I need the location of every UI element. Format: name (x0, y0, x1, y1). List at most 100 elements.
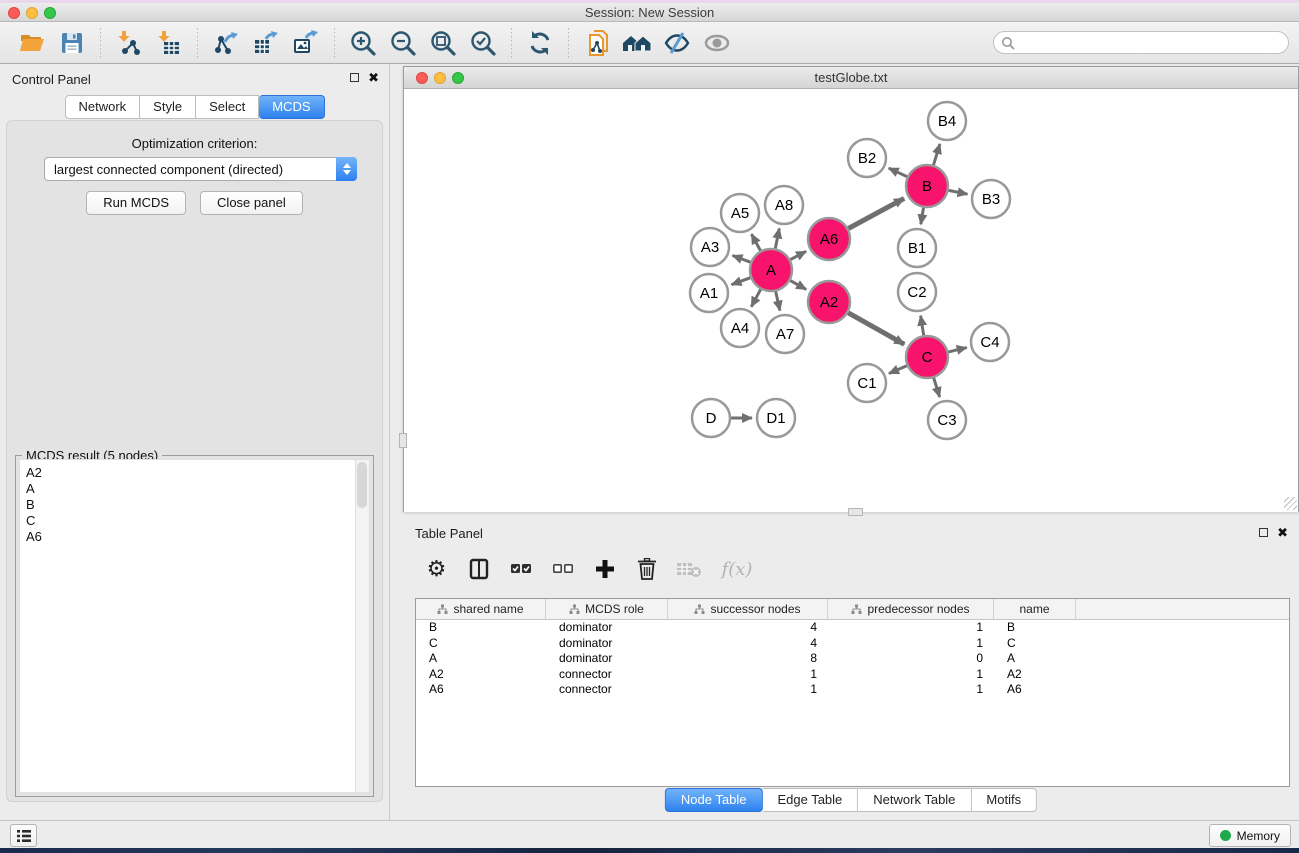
resize-grip-icon[interactable] (1284, 497, 1297, 510)
edge-C-C4[interactable] (948, 348, 966, 352)
run-mcds-button[interactable]: Run MCDS (86, 191, 186, 215)
graph-node-D1[interactable]: D1 (757, 399, 795, 437)
edge-C-C1[interactable] (889, 366, 907, 374)
cell-shared-name[interactable]: A2 (416, 667, 546, 683)
table-row[interactable]: A2connector11A2 (416, 667, 1289, 683)
save-session-icon[interactable] (57, 28, 87, 58)
edge-A6-B[interactable] (848, 198, 904, 228)
graph-node-A[interactable]: A (750, 249, 792, 291)
export-image-icon[interactable] (291, 28, 321, 58)
graph-node-A6[interactable]: A6 (808, 218, 850, 260)
graph-node-C3[interactable]: C3 (928, 401, 966, 439)
hide-selected-icon[interactable] (662, 28, 692, 58)
cell-successor-nodes[interactable]: 1 (668, 682, 828, 698)
network-canvas[interactable]: AA1A2A3A4A5A6A7A8BB1B2B3B4CC1C2C3C4DD1 (404, 89, 1298, 512)
edge-B-B3[interactable] (949, 190, 968, 194)
graph-node-B[interactable]: B (906, 165, 948, 207)
open-session-icon[interactable] (17, 28, 47, 58)
edge-A-A4[interactable] (751, 289, 760, 306)
column-header-name[interactable]: name (994, 599, 1076, 619)
table-row[interactable]: A6connector11A6 (416, 682, 1289, 698)
graph-node-B4[interactable]: B4 (928, 102, 966, 140)
clone-network-icon[interactable] (582, 28, 612, 58)
edge-A-A2[interactable] (790, 281, 806, 290)
cell-shared-name[interactable]: C (416, 636, 546, 652)
cell-successor-nodes[interactable]: 4 (668, 620, 828, 636)
edge-A2-C[interactable] (848, 313, 904, 345)
search-box[interactable] (993, 31, 1289, 54)
cell-name[interactable]: A6 (994, 682, 1076, 698)
float-table-panel-icon[interactable] (1259, 528, 1268, 537)
close-table-panel-icon[interactable]: ✖ (1277, 528, 1288, 537)
result-item[interactable]: C (20, 513, 369, 529)
graph-node-A1[interactable]: A1 (690, 274, 728, 312)
graph-node-A2[interactable]: A2 (808, 281, 850, 323)
tab-network-table[interactable]: Network Table (858, 788, 971, 812)
cell-predecessor-nodes[interactable]: 0 (828, 651, 994, 667)
cell-shared-name[interactable]: B (416, 620, 546, 636)
tab-style[interactable]: Style (140, 95, 196, 119)
horizontal-splitter-handle[interactable] (848, 508, 863, 516)
cell-successor-nodes[interactable]: 1 (668, 667, 828, 683)
tab-select[interactable]: Select (196, 95, 259, 119)
edge-A-A3[interactable] (733, 256, 751, 263)
edge-A-A8[interactable] (775, 229, 779, 249)
cell-name[interactable]: A (994, 651, 1076, 667)
criterion-dropdown[interactable]: largest connected component (directed) (44, 157, 357, 181)
edge-A-A6[interactable] (790, 251, 806, 259)
column-header-shared-name[interactable]: shared name (416, 599, 546, 619)
graph-node-B1[interactable]: B1 (898, 229, 936, 267)
graph-node-A3[interactable]: A3 (691, 228, 729, 266)
column-header-successor-nodes[interactable]: successor nodes (668, 599, 828, 619)
graph-node-A7[interactable]: A7 (766, 315, 804, 353)
result-scrollbar[interactable] (355, 460, 369, 792)
cell-name[interactable]: A2 (994, 667, 1076, 683)
close-panel-icon[interactable]: ✖ (368, 73, 379, 82)
add-row-icon[interactable] (591, 556, 618, 583)
column-header-predecessor-nodes[interactable]: predecessor nodes (828, 599, 994, 619)
deselect-all-icon[interactable] (549, 556, 576, 583)
float-panel-icon[interactable] (350, 73, 359, 82)
task-history-button[interactable] (10, 824, 37, 847)
vertical-splitter-handle[interactable] (399, 433, 407, 448)
cell-shared-name[interactable]: A (416, 651, 546, 667)
session-titlebar[interactable]: Session: New Session (0, 3, 1299, 22)
cell-successor-nodes[interactable]: 8 (668, 651, 828, 667)
edge-B-B2[interactable] (889, 168, 907, 177)
tab-network[interactable]: Network (64, 95, 140, 119)
export-table-icon[interactable] (251, 28, 281, 58)
zoom-out-icon[interactable] (388, 28, 418, 58)
tab-motifs[interactable]: Motifs (971, 788, 1037, 812)
zoom-fit-icon[interactable] (428, 28, 458, 58)
column-visibility-icon[interactable] (465, 556, 492, 583)
graph-node-A5[interactable]: A5 (721, 194, 759, 232)
zoom-selected-icon[interactable] (468, 28, 498, 58)
import-table-icon[interactable] (154, 28, 184, 58)
graph-node-C[interactable]: C (906, 336, 948, 378)
cell-predecessor-nodes[interactable]: 1 (828, 682, 994, 698)
show-selected-icon[interactable] (702, 28, 732, 58)
cell-predecessor-nodes[interactable]: 1 (828, 667, 994, 683)
table-settings-icon[interactable]: ⚙ (423, 556, 450, 583)
import-network-icon[interactable] (114, 28, 144, 58)
search-input[interactable] (1015, 36, 1265, 50)
close-panel-button[interactable]: Close panel (200, 191, 303, 215)
export-network-icon[interactable] (211, 28, 241, 58)
network-window-titlebar[interactable]: testGlobe.txt (404, 67, 1298, 89)
cell-predecessor-nodes[interactable]: 1 (828, 636, 994, 652)
cell-shared-name[interactable]: A6 (416, 682, 546, 698)
edge-C-C2[interactable] (921, 316, 924, 336)
edge-B-B1[interactable] (921, 208, 924, 225)
graph-node-C1[interactable]: C1 (848, 364, 886, 402)
cell-name[interactable]: B (994, 620, 1076, 636)
cell-MCDS-role[interactable]: connector (546, 682, 668, 698)
graph-node-D[interactable]: D (692, 399, 730, 437)
column-header-MCDS-role[interactable]: MCDS role (546, 599, 668, 619)
graph-node-A4[interactable]: A4 (721, 309, 759, 347)
table-row[interactable]: Bdominator41B (416, 620, 1289, 636)
table-row[interactable]: Cdominator41C (416, 636, 1289, 652)
cell-MCDS-role[interactable]: dominator (546, 636, 668, 652)
cell-successor-nodes[interactable]: 4 (668, 636, 828, 652)
mcds-result-list[interactable]: A2ABCA6 (19, 459, 370, 793)
edge-C-C3[interactable] (934, 378, 940, 397)
